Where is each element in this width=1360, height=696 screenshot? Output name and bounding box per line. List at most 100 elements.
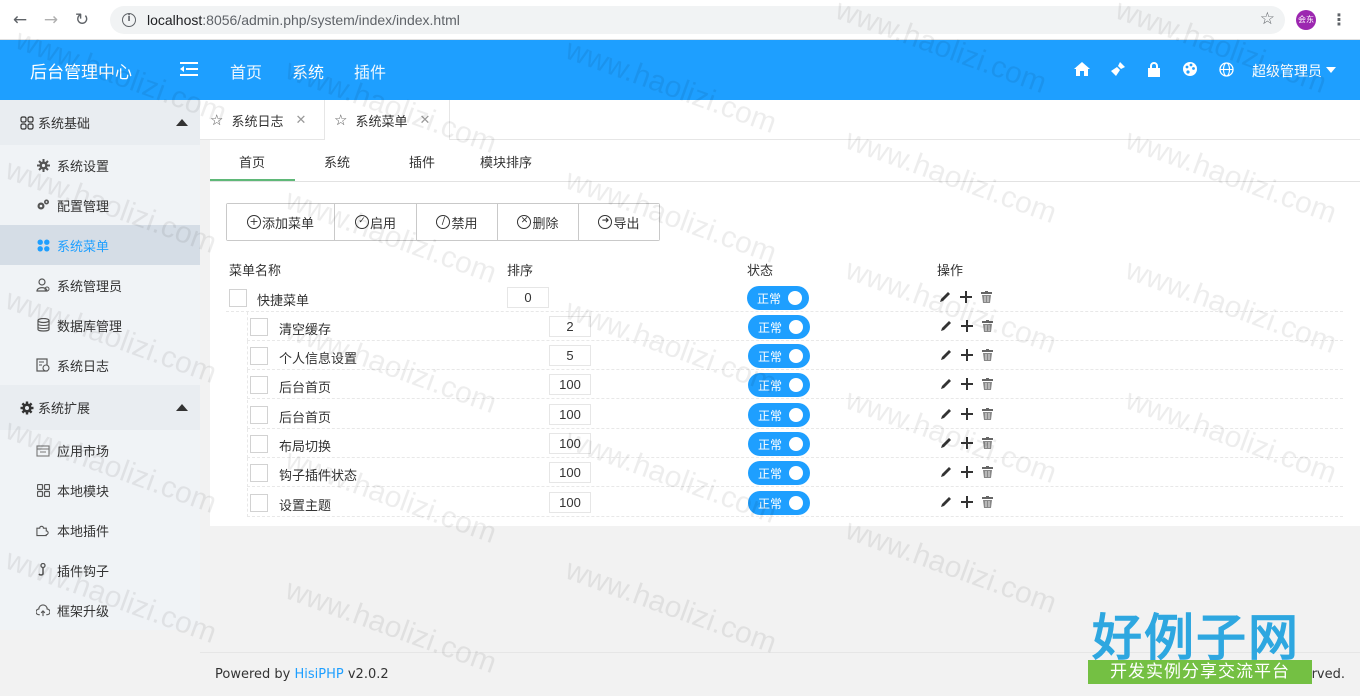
sidebar-item-local-plugins[interactable]: 本地插件 — [0, 510, 200, 550]
add-child-icon[interactable] — [960, 495, 973, 508]
subtab-home[interactable]: 首页 — [239, 152, 265, 171]
profile-avatar[interactable]: 会东 — [1296, 10, 1316, 30]
add-child-icon[interactable] — [960, 377, 973, 390]
reload-icon[interactable]: ↻ — [71, 9, 93, 31]
sort-input[interactable] — [549, 492, 591, 513]
status-switch[interactable]: 正常 — [748, 461, 810, 485]
row-checkbox[interactable] — [250, 435, 268, 453]
row-checkbox[interactable] — [250, 376, 268, 394]
sidebar-item-upgrade[interactable]: 框架升级 — [0, 590, 200, 630]
status-switch[interactable]: 正常 — [748, 491, 810, 515]
close-icon[interactable]: ✕ — [419, 113, 430, 128]
sort-input[interactable] — [549, 374, 591, 395]
edit-icon[interactable] — [939, 319, 952, 332]
sort-input[interactable] — [549, 345, 591, 366]
sidebar-item-logs[interactable]: 系统日志 — [0, 345, 200, 385]
trash-icon[interactable] — [981, 436, 994, 449]
caret-down-icon[interactable] — [1326, 67, 1336, 73]
admin-menu[interactable]: 超级管理员 — [1252, 61, 1322, 81]
back-icon[interactable]: ← — [9, 9, 31, 31]
row-checkbox[interactable] — [250, 406, 268, 424]
sidebar-item-database[interactable]: 数据库管理 — [0, 305, 200, 345]
sidebar-group-extend[interactable]: 系统扩展 — [0, 385, 200, 430]
add-menu-button[interactable]: + 添加菜单 — [227, 204, 335, 240]
trash-icon[interactable] — [981, 495, 994, 508]
edit-icon[interactable] — [939, 495, 952, 508]
status-switch[interactable]: 正常 — [748, 432, 810, 456]
subtab-module-sort[interactable]: 模块排序 — [480, 152, 532, 171]
add-child-icon[interactable] — [960, 465, 973, 478]
caret-up-icon[interactable] — [176, 119, 188, 126]
app-logo[interactable]: 后台管理中心 — [30, 58, 132, 83]
sort-input[interactable] — [549, 462, 591, 483]
trash-icon[interactable] — [981, 348, 994, 361]
row-checkbox[interactable] — [250, 347, 268, 365]
info-icon[interactable]: i — [122, 13, 136, 27]
edit-icon[interactable] — [939, 436, 952, 449]
sidebar-group-basic[interactable]: 系统基础 — [0, 100, 200, 145]
row-checkbox[interactable] — [229, 289, 247, 307]
disable-button[interactable]: ∕ 禁用 — [417, 204, 498, 240]
sidebar-item-app-store[interactable]: 应用市场 — [0, 430, 200, 470]
trash-icon[interactable] — [980, 290, 993, 303]
status-switch[interactable]: 正常 — [747, 286, 809, 310]
top-nav-plugin[interactable]: 插件 — [354, 59, 386, 83]
lock-icon[interactable] — [1145, 60, 1163, 78]
add-child-icon[interactable] — [960, 407, 973, 420]
subtab-plugin[interactable]: 插件 — [409, 152, 435, 171]
sort-input[interactable] — [549, 316, 591, 337]
top-nav-system[interactable]: 系统 — [292, 59, 324, 83]
trash-icon[interactable] — [981, 407, 994, 420]
edit-icon[interactable] — [939, 407, 952, 420]
url-text[interactable]: localhost:8056/admin.php/system/index/in… — [147, 12, 460, 28]
add-child-icon[interactable] — [959, 290, 972, 303]
caret-up-icon[interactable] — [176, 404, 188, 411]
language-icon[interactable] — [1217, 60, 1235, 78]
trash-icon[interactable] — [981, 377, 994, 390]
export-button[interactable]: ➜ 导出 — [579, 204, 659, 240]
sidebar-item-plugin-hooks[interactable]: 插件钩子 — [0, 550, 200, 590]
close-icon[interactable]: ✕ — [295, 113, 306, 128]
hisiphp-link[interactable]: HisiPHP — [294, 667, 343, 682]
add-child-icon[interactable] — [960, 348, 973, 361]
bookmark-star-icon[interactable]: ☆ — [1260, 9, 1275, 29]
header-sort: 排序 — [507, 264, 534, 279]
home-icon[interactable] — [1073, 60, 1091, 78]
enable-button[interactable]: ✓ 启用 — [335, 204, 417, 240]
browser-menu-icon[interactable]: ⋮ — [1331, 10, 1347, 30]
add-child-icon[interactable] — [960, 436, 973, 449]
sort-input[interactable] — [549, 433, 591, 454]
status-switch[interactable]: 正常 — [748, 403, 810, 427]
sort-input[interactable] — [507, 287, 549, 308]
clear-cache-icon[interactable] — [1109, 60, 1127, 78]
tab-system-log[interactable]: ☆ 系统日志 ✕ — [200, 100, 325, 140]
trash-icon[interactable] — [981, 465, 994, 478]
add-child-icon[interactable] — [960, 319, 973, 332]
sidebar-item-admins[interactable]: 系统管理员 — [0, 265, 200, 305]
trash-icon[interactable] — [981, 319, 994, 332]
address-bar[interactable]: i localhost:8056/admin.php/system/index/… — [110, 6, 1285, 34]
subtab-system[interactable]: 系统 — [324, 152, 350, 171]
row-checkbox[interactable] — [250, 494, 268, 512]
sidebar-item-system-settings[interactable]: 系统设置 — [0, 145, 200, 185]
status-switch[interactable]: 正常 — [748, 344, 810, 368]
row-checkbox[interactable] — [250, 464, 268, 482]
palette-icon[interactable] — [1181, 60, 1199, 78]
status-switch[interactable]: 正常 — [748, 373, 810, 397]
sidebar-toggle-icon[interactable] — [180, 61, 200, 77]
forward-icon[interactable]: → — [40, 9, 62, 31]
sidebar-item-system-menu[interactable]: 系统菜单 — [0, 225, 200, 265]
sidebar-item-config[interactable]: 配置管理 — [0, 185, 200, 225]
sort-input[interactable] — [549, 404, 591, 425]
edit-icon[interactable] — [939, 377, 952, 390]
top-nav-home[interactable]: 首页 — [230, 59, 262, 83]
row-checkbox[interactable] — [250, 318, 268, 336]
edit-icon[interactable] — [938, 290, 951, 303]
tab-system-menu[interactable]: ☆ 系统菜单 ✕ — [325, 100, 450, 141]
sidebar-item-local-modules[interactable]: 本地模块 — [0, 470, 200, 510]
status-switch[interactable]: 正常 — [748, 315, 810, 339]
top-nav: 首页 系统 插件 — [230, 59, 416, 83]
edit-icon[interactable] — [939, 348, 952, 361]
edit-icon[interactable] — [939, 465, 952, 478]
delete-button[interactable]: ✕ 删除 — [498, 204, 579, 240]
